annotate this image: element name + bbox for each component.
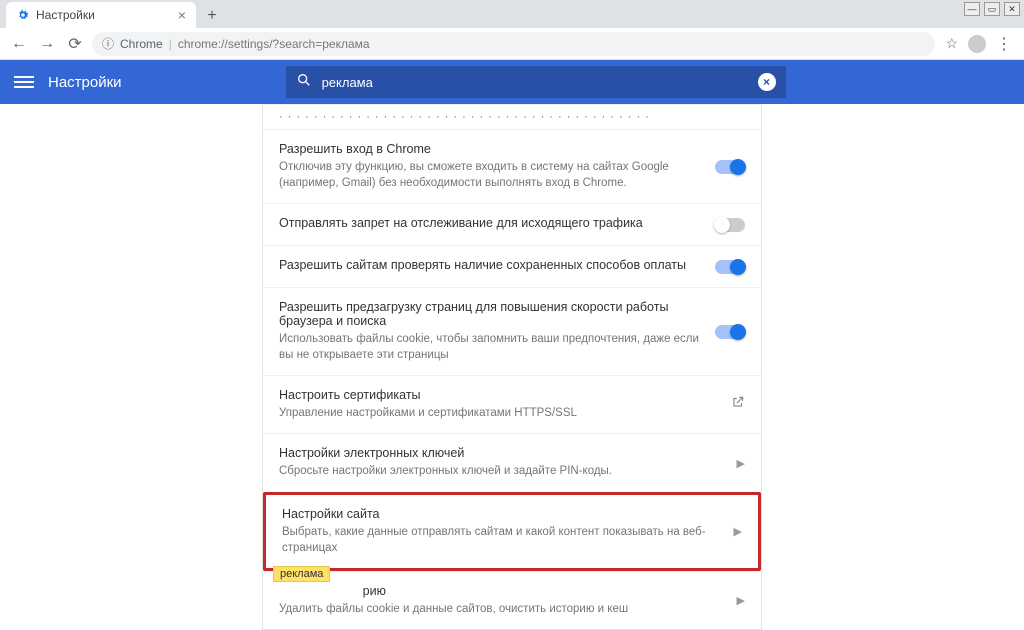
browser-tab[interactable]: Настройки × xyxy=(6,2,196,28)
setting-row-clear-data[interactable]: реклама Очистить историю Удалить файлы c… xyxy=(263,571,761,629)
tab-strip: Настройки × + xyxy=(0,0,1024,28)
profile-avatar[interactable] xyxy=(968,35,986,53)
toggle-switch[interactable] xyxy=(715,325,745,339)
reload-button[interactable]: ⟳ xyxy=(64,33,86,55)
setting-subtitle: Удалить файлы cookie и данные сайтов, оч… xyxy=(279,601,727,617)
window-maximize-button[interactable]: ▭ xyxy=(984,2,1000,16)
toggle-switch[interactable] xyxy=(715,218,745,232)
gear-icon xyxy=(16,8,30,22)
tab-title: Настройки xyxy=(36,8,95,22)
hamburger-menu-icon[interactable] xyxy=(14,72,34,92)
setting-title: Разрешить сайтам проверять наличие сохра… xyxy=(279,258,705,272)
setting-row-payment: Разрешить сайтам проверять наличие сохра… xyxy=(263,245,761,287)
setting-title: Настройки сайта xyxy=(282,507,724,521)
setting-row-site-settings[interactable]: Настройки сайта Выбрать, какие данные от… xyxy=(263,492,761,571)
setting-row-chrome-signin: Разрешить вход в Chrome Отключив эту фун… xyxy=(263,129,761,203)
setting-title: Очистить историю xyxy=(279,584,727,598)
search-highlight-label: реклама xyxy=(273,566,330,582)
toggle-switch[interactable] xyxy=(715,260,745,274)
window-controls: — ▭ ✕ xyxy=(964,2,1020,16)
setting-row-security-keys[interactable]: Настройки электронных ключей Сбросьте на… xyxy=(263,433,761,491)
search-icon xyxy=(296,72,312,93)
overflow-menu-icon[interactable]: ⋮ xyxy=(996,34,1012,54)
page-title: Настройки xyxy=(48,74,122,91)
settings-header: Настройки × xyxy=(0,60,1024,104)
back-button[interactable]: ← xyxy=(8,33,30,55)
setting-title: Настроить сертификаты xyxy=(279,388,721,402)
search-input[interactable] xyxy=(322,75,748,90)
chevron-right-icon: ▶ xyxy=(737,594,745,607)
setting-subtitle: Отключив эту функцию, вы сможете входить… xyxy=(279,159,705,191)
setting-row-preload: Разрешить предзагрузку страниц для повыш… xyxy=(263,287,761,375)
external-link-icon xyxy=(731,395,745,414)
setting-row-certificates[interactable]: Настроить сертификаты Управление настрой… xyxy=(263,375,761,433)
setting-title: Настройки электронных ключей xyxy=(279,446,727,460)
browser-toolbar: ← → ⟳ ⓘ Chrome | chrome://settings/?sear… xyxy=(0,28,1024,60)
new-tab-button[interactable]: + xyxy=(200,4,224,28)
window-close-button[interactable]: ✕ xyxy=(1004,2,1020,16)
chevron-right-icon: ▶ xyxy=(737,457,745,470)
setting-subtitle: Выбрать, какие данные отправлять сайтам … xyxy=(282,524,724,556)
url-scheme: Chrome xyxy=(120,37,163,51)
setting-title: Разрешить вход в Chrome xyxy=(279,142,705,156)
settings-search-box[interactable]: × xyxy=(286,66,786,98)
setting-row-dnt: Отправлять запрет на отслеживание для ис… xyxy=(263,203,761,245)
forward-button[interactable]: → xyxy=(36,33,58,55)
window-minimize-button[interactable]: — xyxy=(964,2,980,16)
clear-search-icon[interactable]: × xyxy=(758,73,776,91)
setting-subtitle: Использовать файлы cookie, чтобы запомни… xyxy=(279,331,705,363)
setting-title: Разрешить предзагрузку страниц для повыш… xyxy=(279,300,705,328)
address-bar[interactable]: ⓘ Chrome | chrome://settings/?search=рек… xyxy=(92,32,935,56)
setting-title: Отправлять запрет на отслеживание для ис… xyxy=(279,216,705,230)
setting-row-truncated: · · · · · · · · · · · · · · · · · · · · … xyxy=(263,104,761,129)
chevron-right-icon: ▶ xyxy=(734,525,742,538)
setting-subtitle: Управление настройками и сертификатами H… xyxy=(279,405,721,421)
bookmark-star-icon[interactable]: ☆ xyxy=(945,35,958,52)
settings-content: · · · · · · · · · · · · · · · · · · · · … xyxy=(0,104,1024,630)
setting-subtitle: Сбросьте настройки электронных ключей и … xyxy=(279,463,727,479)
settings-card: · · · · · · · · · · · · · · · · · · · · … xyxy=(262,104,762,630)
toggle-switch[interactable] xyxy=(715,160,745,174)
url-text: chrome://settings/?search=реклама xyxy=(178,37,370,51)
tab-close-icon[interactable]: × xyxy=(178,7,186,23)
info-icon: ⓘ xyxy=(102,35,114,52)
